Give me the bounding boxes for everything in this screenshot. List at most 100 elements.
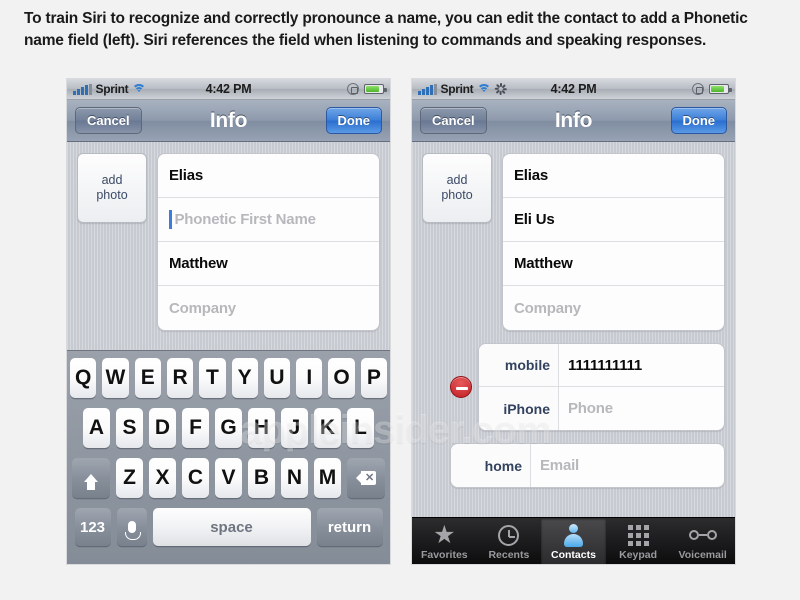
tab-bar: ★ Favorites Recents Contacts Keypad Voic…	[412, 517, 735, 564]
key-p[interactable]: P	[360, 358, 387, 398]
key-v[interactable]: V	[215, 458, 242, 498]
phone-number-group: mobile 1111111111 iPhone Phone	[450, 343, 725, 431]
key-g[interactable]: G	[215, 408, 242, 448]
contact-edit-content-right: add photo Elias Eli Us Matthew Company m…	[412, 142, 735, 564]
status-bar-right-cluster	[692, 83, 732, 95]
key-t[interactable]: T	[199, 358, 226, 398]
phone-label-iphone[interactable]: iPhone	[479, 387, 559, 430]
add-photo-line1: add	[446, 172, 468, 187]
key-x[interactable]: X	[149, 458, 176, 498]
last-name-field[interactable]: Matthew	[503, 242, 724, 286]
key-b[interactable]: B	[248, 458, 275, 498]
tab-voicemail[interactable]: Voicemail	[670, 518, 735, 564]
key-m[interactable]: M	[314, 458, 341, 498]
first-name-field[interactable]: Elias	[503, 154, 724, 198]
keyboard-row-2: A S D F G H J K L	[70, 408, 387, 448]
space-key[interactable]: space	[152, 508, 311, 546]
phone-value-iphone[interactable]: Phone	[559, 387, 724, 430]
company-field[interactable]: Company	[158, 286, 379, 330]
key-u[interactable]: U	[263, 358, 291, 398]
table-row[interactable]: mobile 1111111111	[479, 344, 724, 387]
phonetic-first-name-field[interactable]: Phonetic First Name	[158, 198, 379, 242]
name-fields-card: Elias Phonetic First Name Matthew Compan…	[157, 153, 380, 331]
add-photo-line2: photo	[96, 188, 128, 202]
table-row[interactable]: iPhone Phone	[479, 387, 724, 430]
key-e[interactable]: E	[134, 358, 161, 398]
name-section-left: add photo Elias Phonetic First Name Matt…	[77, 153, 380, 331]
number-mode-key[interactable]: 123	[74, 508, 111, 546]
backspace-icon[interactable]: ✕	[347, 458, 385, 498]
microphone-icon[interactable]	[116, 508, 147, 546]
clock-icon	[498, 523, 520, 547]
tab-contacts[interactable]: Contacts	[541, 518, 606, 564]
person-icon	[562, 523, 584, 547]
tab-label-voicemail: Voicemail	[678, 549, 727, 561]
tab-label-keypad: Keypad	[619, 549, 658, 561]
key-l[interactable]: L	[347, 408, 374, 448]
key-j[interactable]: J	[281, 408, 308, 448]
key-d[interactable]: D	[149, 408, 176, 448]
contact-edit-content-left: add photo Elias Phonetic First Name Matt…	[67, 142, 390, 564]
phonetic-first-name-placeholder: Phonetic First Name	[174, 211, 316, 228]
status-bar-clock: 4:42 PM	[550, 82, 597, 96]
tab-favorites[interactable]: ★ Favorites	[412, 518, 477, 564]
tab-recents[interactable]: Recents	[477, 518, 542, 564]
status-bar-left: Sprint 4:42 PM	[67, 79, 390, 100]
voicemail-icon	[688, 523, 717, 547]
tab-label-favorites: Favorites	[420, 549, 468, 561]
key-h[interactable]: H	[248, 408, 275, 448]
key-s[interactable]: S	[116, 408, 143, 448]
add-photo-button[interactable]: add photo	[77, 153, 147, 223]
key-q[interactable]: Q	[70, 358, 97, 398]
rotation-lock-icon	[347, 83, 359, 95]
battery-icon	[709, 84, 732, 94]
remove-minus-icon[interactable]	[450, 376, 472, 398]
text-caret	[169, 210, 172, 229]
add-photo-line2: photo	[441, 188, 473, 202]
status-bar-right: Sprint 4:42 PM	[412, 79, 735, 100]
key-i[interactable]: I	[296, 358, 323, 398]
key-f[interactable]: F	[182, 408, 209, 448]
phone-fields-card: mobile 1111111111 iPhone Phone	[478, 343, 725, 431]
key-n[interactable]: N	[281, 458, 308, 498]
phonetic-first-name-field[interactable]: Eli Us	[503, 198, 724, 242]
keyboard-row-4: 123 space return	[70, 508, 387, 546]
email-label-home[interactable]: home	[451, 444, 531, 487]
star-icon: ★	[433, 521, 456, 549]
onscreen-keyboard[interactable]: Q W E R T Y U I O P A S D F G H J K L Z …	[67, 350, 390, 564]
phone-value-mobile[interactable]: 1111111111	[559, 344, 724, 386]
rotation-lock-icon	[692, 83, 704, 95]
email-value-home[interactable]: Email	[531, 444, 724, 487]
key-k[interactable]: K	[314, 408, 341, 448]
tab-label-contacts: Contacts	[551, 549, 596, 561]
key-c[interactable]: C	[182, 458, 209, 498]
page-root: To train Siri to recognize and correctly…	[0, 0, 800, 600]
key-o[interactable]: O	[328, 358, 355, 398]
key-a[interactable]: A	[83, 408, 110, 448]
phone-label-mobile[interactable]: mobile	[479, 344, 559, 386]
key-w[interactable]: W	[102, 358, 129, 398]
phone-screenshot-right: Sprint 4:42 PM Cancel Info Done add phot…	[411, 78, 736, 565]
done-button[interactable]: Done	[670, 107, 727, 134]
tab-keypad[interactable]: Keypad	[606, 518, 671, 564]
key-r[interactable]: R	[166, 358, 194, 398]
nav-bar-left: Cancel Info Done	[67, 100, 390, 142]
keypad-icon	[627, 523, 649, 547]
shift-arrow-icon[interactable]	[72, 458, 110, 498]
done-button[interactable]: Done	[325, 107, 382, 134]
last-name-field[interactable]: Matthew	[158, 242, 379, 286]
caption-text: To train Siri to recognize and correctly…	[24, 10, 748, 49]
name-section-right: add photo Elias Eli Us Matthew Company	[422, 153, 725, 331]
cancel-button[interactable]: Cancel	[75, 107, 142, 134]
status-bar-right-cluster	[347, 83, 387, 95]
first-name-field[interactable]: Elias	[158, 154, 379, 198]
key-y[interactable]: Y	[231, 358, 258, 398]
key-z[interactable]: Z	[116, 458, 143, 498]
table-row[interactable]: home Email	[451, 444, 724, 487]
battery-icon	[364, 84, 387, 94]
add-photo-button[interactable]: add photo	[422, 153, 492, 223]
company-field[interactable]: Company	[503, 286, 724, 330]
cancel-button[interactable]: Cancel	[420, 107, 487, 134]
status-bar-clock: 4:42 PM	[205, 82, 252, 96]
return-key[interactable]: return	[316, 508, 383, 546]
